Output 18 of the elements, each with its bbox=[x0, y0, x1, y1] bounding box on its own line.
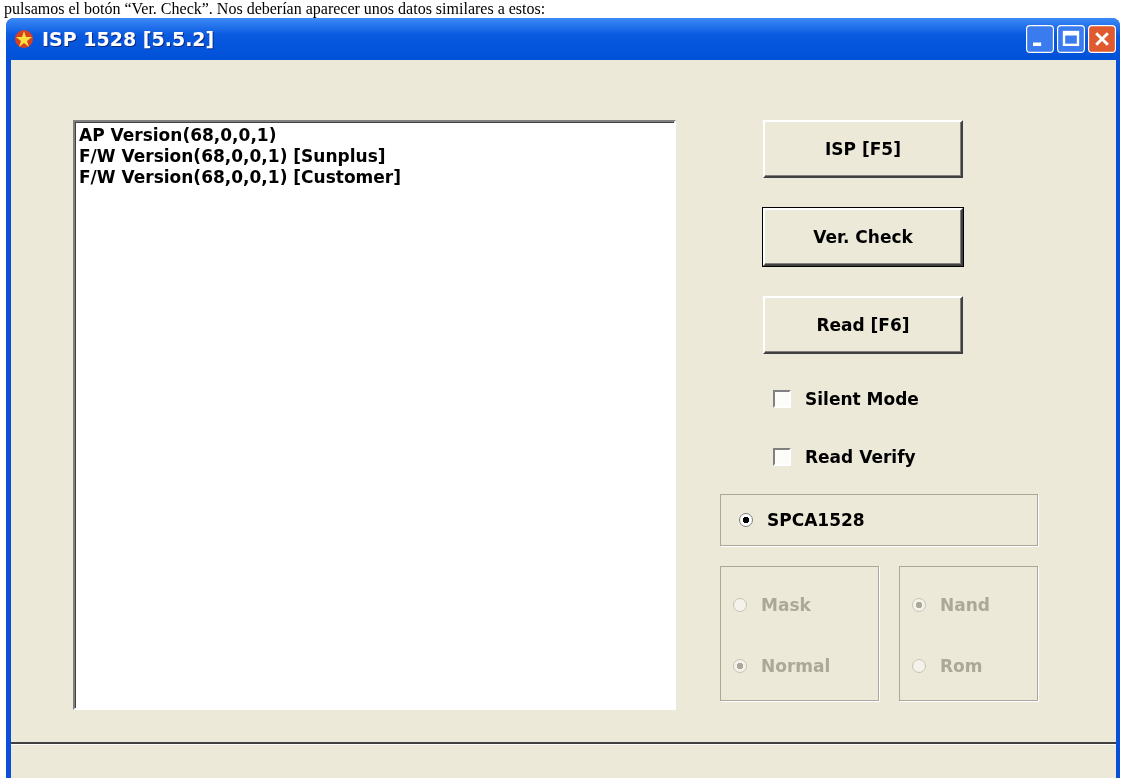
output-line: AP Version(68,0,0,1) bbox=[79, 125, 278, 146]
caption-text: pulsamos el botón “Ver. Check”. Nos deberían aparecer unos datos similares a estos: bbox=[3, 0, 547, 18]
minimize-icon[interactable] bbox=[1026, 25, 1054, 53]
window-title: ISP 1528 [5.5.2] bbox=[42, 28, 216, 50]
star-badge-icon bbox=[14, 29, 34, 49]
checkbox-label[interactable]: Read Verify bbox=[805, 447, 916, 467]
radio-label[interactable]: SPCA1528 bbox=[767, 510, 865, 530]
radio-button[interactable] bbox=[739, 513, 753, 527]
push-button[interactable]: ISP [F5] bbox=[763, 120, 963, 178]
checkbox-label[interactable]: Silent Mode bbox=[805, 389, 919, 409]
checkbox[interactable] bbox=[773, 448, 791, 466]
push-button[interactable]: Ver. Check bbox=[763, 208, 963, 266]
maximize-icon[interactable] bbox=[1057, 25, 1085, 53]
close-icon[interactable] bbox=[1088, 25, 1116, 53]
push-button[interactable]: Read [F6] bbox=[763, 296, 963, 354]
output-line: F/W Version(68,0,0,1) [Customer] bbox=[79, 167, 402, 188]
checkbox[interactable] bbox=[773, 390, 791, 408]
output-line: F/W Version(68,0,0,1) [Sunplus] bbox=[79, 146, 387, 167]
